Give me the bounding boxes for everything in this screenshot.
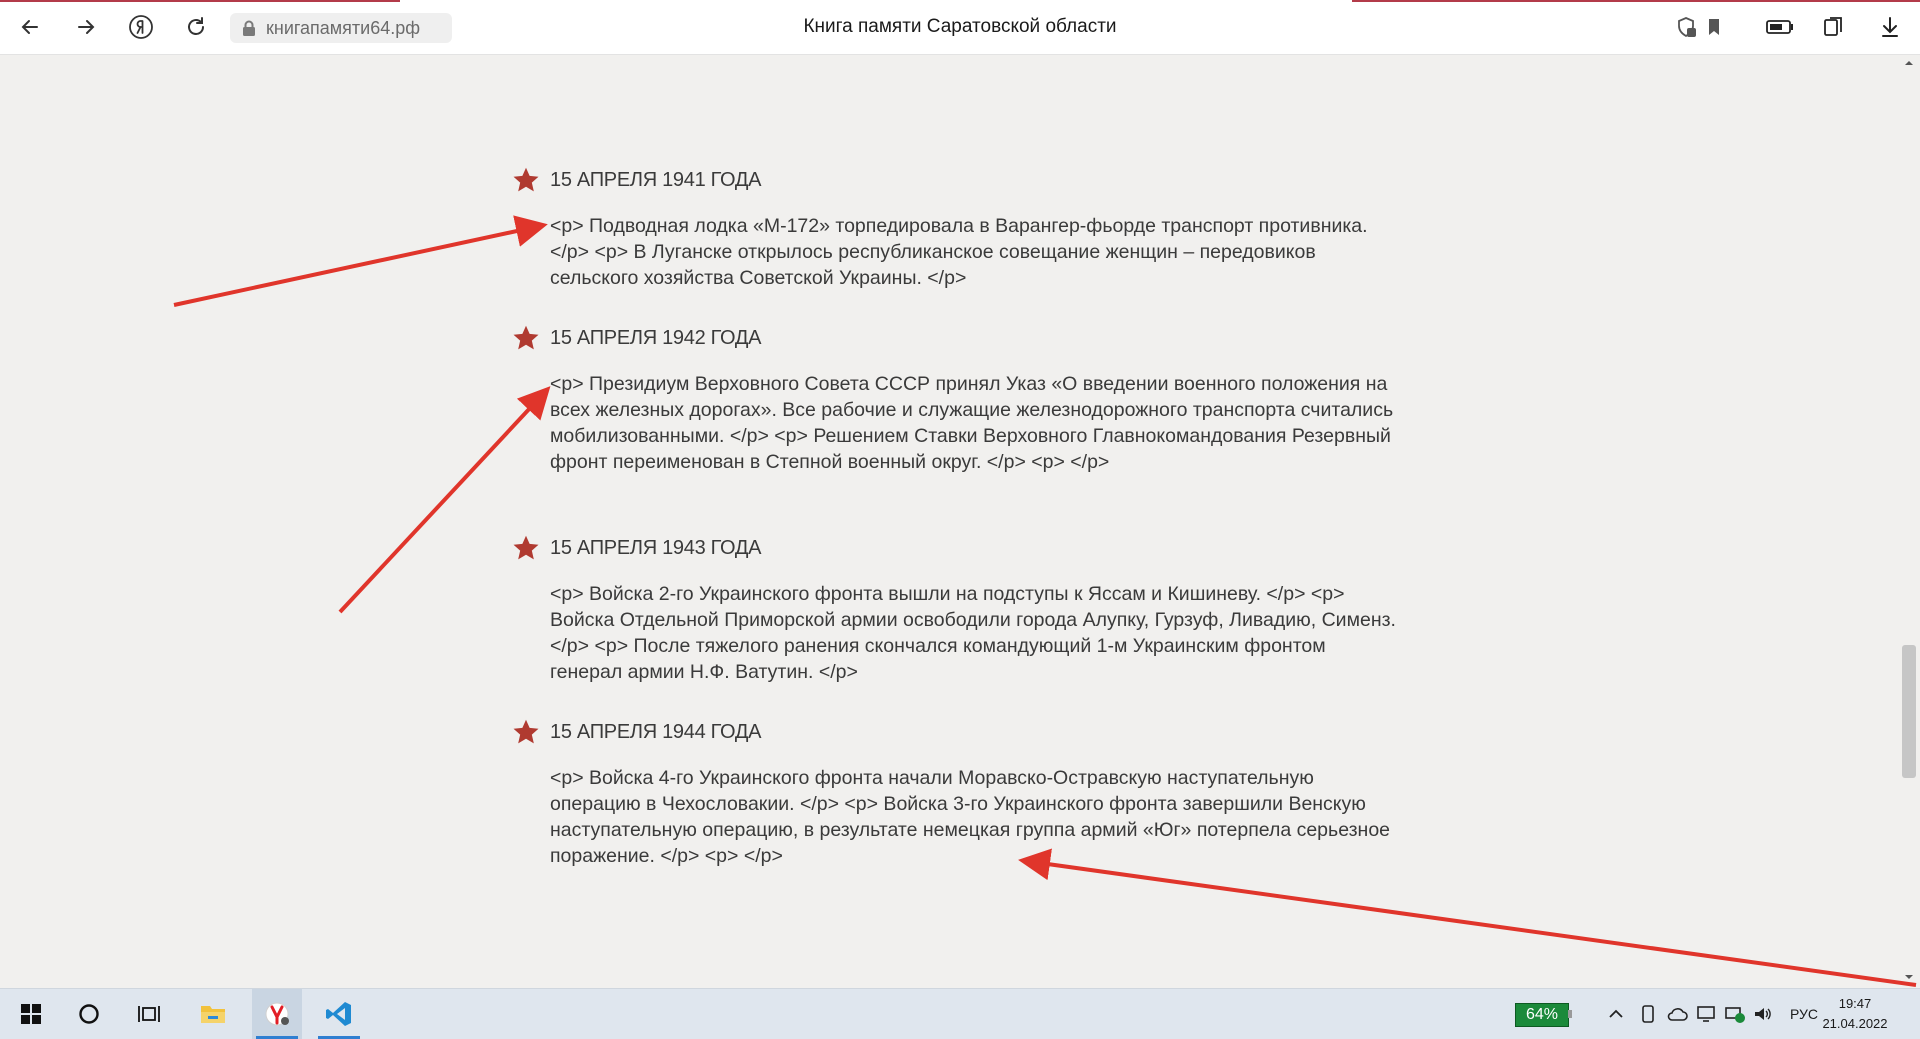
yandex-logo-icon	[129, 15, 153, 39]
scroll-up-icon[interactable]	[1904, 58, 1914, 68]
collections-button[interactable]	[1818, 11, 1850, 43]
timeline-entry: 15 АПРЕЛЯ 1942 ГОДА <p> Президиум Верхов…	[512, 323, 1393, 475]
cortana-circle-icon	[79, 1004, 99, 1024]
file-explorer-button[interactable]	[188, 989, 238, 1039]
tab-accent	[1352, 0, 1920, 2]
entry-date: 15 АПРЕЛЯ 1943 ГОДА	[550, 536, 762, 559]
entry-date: 15 АПРЕЛЯ 1944 ГОДА	[550, 720, 762, 743]
reload-button[interactable]	[180, 11, 212, 43]
tab-accent	[0, 0, 400, 2]
security-icon[interactable]	[1724, 1004, 1746, 1024]
bookmark-button[interactable]	[1698, 11, 1730, 43]
battery-icon	[1766, 20, 1793, 34]
entry-text: <p> Президиум Верховного Совета СССР при…	[550, 373, 1394, 473]
timeline-entry: 15 АПРЕЛЯ 1941 ГОДА <p> Подводная лодка …	[512, 165, 1392, 291]
page-title: Книга памяти Саратовской области	[803, 16, 1117, 37]
chevron-up-icon[interactable]	[1608, 1006, 1624, 1022]
battery-saver-button[interactable]	[1764, 11, 1796, 43]
remote-desktop-icon[interactable]	[1696, 1004, 1716, 1024]
page-scrollbar[interactable]	[1898, 55, 1920, 987]
input-language[interactable]: РУС	[1790, 1006, 1818, 1022]
back-button[interactable]	[14, 11, 46, 43]
search-button[interactable]	[64, 989, 114, 1039]
scrollbar-thumb[interactable]	[1902, 645, 1916, 778]
star-icon	[513, 719, 539, 744]
annotation-arrow	[1018, 848, 1917, 987]
folder-icon	[201, 1006, 225, 1023]
address-bar[interactable]: книгапамяти64.рф	[230, 13, 452, 43]
annotation-arrows	[173, 215, 1917, 987]
task-view-button[interactable]	[124, 989, 174, 1039]
clock-time: 19:47	[1838, 996, 1872, 1011]
entry-text: <p> Войска 2-го Украинского фронта вышли…	[550, 583, 1396, 683]
reload-icon	[188, 17, 204, 35]
browser-toolbar: книгапамяти64.рф Книга памяти Саратовско…	[0, 0, 1920, 55]
star-icon	[513, 167, 539, 192]
vscode-icon	[326, 1002, 351, 1026]
collections-icon	[1824, 17, 1842, 36]
timeline-entry: 15 АПРЕЛЯ 1944 ГОДА <p> Войска 4-го Укра…	[512, 717, 1392, 869]
windows-taskbar: 64% РУС 19:47 21.04.2022	[0, 988, 1920, 1039]
url-text: книгапамяти64.рф	[266, 17, 421, 38]
entry-date: 15 АПРЕЛЯ 1942 ГОДА	[550, 326, 762, 349]
timeline-entry: 15 АПРЕЛЯ 1943 ГОДА <p> Войска 2-го Укра…	[512, 533, 1396, 685]
shield-icon	[1678, 17, 1696, 38]
cloud-icon[interactable]	[1666, 1005, 1688, 1023]
windows-logo-icon	[21, 1004, 41, 1024]
bookmark-icon	[1709, 19, 1719, 35]
downloads-button[interactable]	[1874, 11, 1906, 43]
start-button[interactable]	[6, 989, 56, 1039]
entry-date: 15 АПРЕЛЯ 1941 ГОДА	[550, 168, 762, 191]
yandex-button[interactable]	[125, 11, 157, 43]
phone-link-icon[interactable]	[1640, 1004, 1656, 1024]
task-view-icon	[138, 1006, 160, 1022]
entry-text: <p> Подводная лодка «М-172» торпедировал…	[550, 215, 1368, 289]
annotation-arrow	[173, 215, 548, 307]
vscode-button[interactable]	[314, 989, 364, 1039]
entry-text: <p> Войска 4-го Украинского фронта начал…	[550, 767, 1391, 867]
star-icon	[513, 535, 539, 560]
scroll-down-icon[interactable]	[1904, 972, 1914, 982]
volume-icon[interactable]	[1752, 1004, 1772, 1024]
back-arrow-icon	[21, 20, 38, 34]
forward-button[interactable]	[70, 11, 102, 43]
system-clock[interactable]: 19:47 21.04.2022	[1820, 994, 1890, 1034]
battery-percent[interactable]: 64%	[1515, 1003, 1569, 1027]
download-icon	[1882, 17, 1898, 37]
clock-date: 21.04.2022	[1822, 1016, 1888, 1031]
yandex-browser-icon	[265, 1002, 289, 1026]
lock-icon	[238, 20, 260, 37]
yandex-browser-button[interactable]	[252, 989, 302, 1039]
star-icon	[513, 325, 539, 350]
forward-arrow-icon	[78, 20, 95, 34]
battery-tip-icon	[1568, 1010, 1572, 1018]
